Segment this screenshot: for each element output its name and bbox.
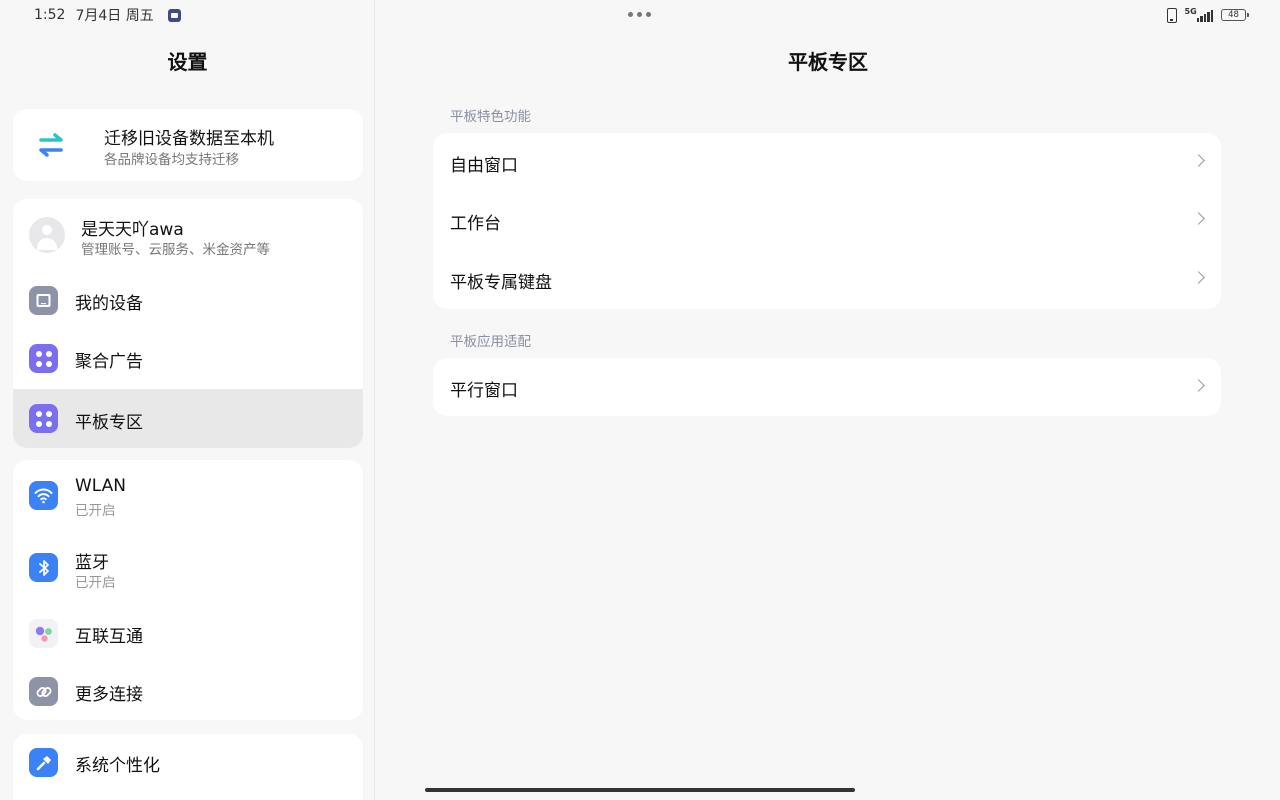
status-date: 7月4日 周五 bbox=[75, 8, 154, 24]
list-item-label: 平板专属键盘 bbox=[450, 273, 552, 293]
sidebar-title: 设置 bbox=[167, 50, 208, 74]
sidebar-item-more-connections[interactable]: 更多连接 bbox=[13, 662, 363, 720]
sidebar-item-label: 更多连接 bbox=[75, 685, 143, 705]
sidebar-item-label: 我的设备 bbox=[75, 294, 143, 314]
page-title: 平板专区 bbox=[788, 50, 868, 74]
sidebar-item-label: 系统个性化 bbox=[75, 756, 160, 776]
apps-grid-icon bbox=[29, 404, 58, 433]
account-row[interactable]: 是天天吖awa 管理账号、云服务、米金资产等 bbox=[13, 199, 363, 271]
sidebar-item-label: 蓝牙 bbox=[75, 553, 109, 573]
section-header-app-adapt: 平板应用适配 bbox=[450, 334, 531, 350]
chevron-right-icon bbox=[1192, 379, 1205, 392]
list-item-label: 工作台 bbox=[450, 214, 501, 234]
home-indicator[interactable] bbox=[425, 788, 855, 792]
account-subtitle: 管理账号、云服务、米金资产等 bbox=[81, 242, 270, 258]
list-item-free-window[interactable]: 自由窗口 bbox=[433, 133, 1221, 191]
status-time: 1:52 bbox=[34, 7, 66, 23]
bluetooth-icon bbox=[29, 553, 58, 582]
sidebar-item-label: WLAN bbox=[75, 476, 127, 496]
wifi-icon bbox=[29, 481, 58, 510]
apps-grid-icon bbox=[29, 344, 58, 373]
settings-sidebar: 1:52 7月4日 周五 设置 迁移旧设备数据至本机 各品牌设备均支持迁移 是天… bbox=[0, 0, 375, 800]
sidebar-item-wlan[interactable]: WLAN 已开启 bbox=[13, 460, 363, 532]
link-icon bbox=[29, 677, 58, 706]
status-bar-left: 1:52 7月4日 周五 bbox=[34, 6, 181, 24]
chevron-right-icon bbox=[1192, 212, 1205, 225]
personalize-group-card: 系统个性化 bbox=[13, 734, 363, 800]
sidebar-item-my-device[interactable]: 我的设备 bbox=[13, 271, 363, 329]
battery-icon: 48 bbox=[1221, 9, 1249, 21]
window-options-icon[interactable] bbox=[628, 12, 651, 17]
notification-app-icon bbox=[167, 8, 181, 22]
chevron-right-icon bbox=[1192, 271, 1205, 284]
sidebar-item-interconnect[interactable]: 互联互通 bbox=[13, 604, 363, 662]
migrate-data-card[interactable]: 迁移旧设备数据至本机 各品牌设备均支持迁移 bbox=[13, 109, 363, 181]
migrate-title: 迁移旧设备数据至本机 bbox=[104, 129, 274, 149]
list-item-label: 平行窗口 bbox=[450, 381, 518, 401]
list-item-tablet-keyboard[interactable]: 平板专属键盘 bbox=[433, 250, 1221, 308]
detail-pane: 5G 48 平板专区 平板特色功能 自由窗口 工作台 平板专属键盘 平板应用适配 bbox=[376, 0, 1280, 800]
sidebar-item-tablet-zone[interactable]: 平板专区 bbox=[13, 389, 363, 448]
account-group-card: 是天天吖awa 管理账号、云服务、米金资产等 我的设备 聚合广告 平板专区 bbox=[13, 199, 363, 448]
sidebar-item-bluetooth[interactable]: 蓝牙 已开启 bbox=[13, 532, 363, 604]
device-icon bbox=[1166, 7, 1177, 23]
sidebar-item-label: 互联互通 bbox=[75, 627, 143, 647]
bluetooth-status: 已开启 bbox=[75, 575, 116, 591]
sidebar-item-label: 聚合广告 bbox=[75, 352, 143, 372]
features-card: 自由窗口 工作台 平板专属键盘 bbox=[433, 133, 1221, 309]
settings-screen: 1:52 7月4日 周五 设置 迁移旧设备数据至本机 各品牌设备均支持迁移 是天… bbox=[0, 0, 1280, 800]
interconnect-icon bbox=[29, 619, 58, 648]
list-item-parallel-window[interactable]: 平行窗口 bbox=[433, 358, 1221, 416]
list-item-label: 自由窗口 bbox=[450, 156, 518, 176]
avatar bbox=[29, 217, 65, 253]
status-bar-right: 5G 48 bbox=[1166, 6, 1249, 24]
tablet-icon bbox=[29, 286, 58, 315]
account-name: 是天天吖awa bbox=[81, 220, 184, 240]
connectivity-group-card: WLAN 已开启 蓝牙 已开启 互联互通 更多连接 bbox=[13, 460, 363, 720]
chevron-right-icon bbox=[1192, 154, 1205, 167]
sidebar-item-label: 平板专区 bbox=[75, 413, 143, 433]
brush-icon bbox=[29, 748, 58, 777]
section-header-features: 平板特色功能 bbox=[450, 109, 531, 125]
app-adapt-card: 平行窗口 bbox=[433, 358, 1221, 416]
wlan-status: 已开启 bbox=[75, 503, 116, 519]
list-item-workbench[interactable]: 工作台 bbox=[433, 191, 1221, 249]
sidebar-item-personalize[interactable]: 系统个性化 bbox=[13, 734, 363, 792]
transfer-icon bbox=[39, 133, 63, 157]
migrate-subtitle: 各品牌设备均支持迁移 bbox=[104, 152, 239, 168]
signal-icon: 5G bbox=[1185, 7, 1213, 22]
sidebar-item-aggregated-ads[interactable]: 聚合广告 bbox=[13, 329, 363, 387]
